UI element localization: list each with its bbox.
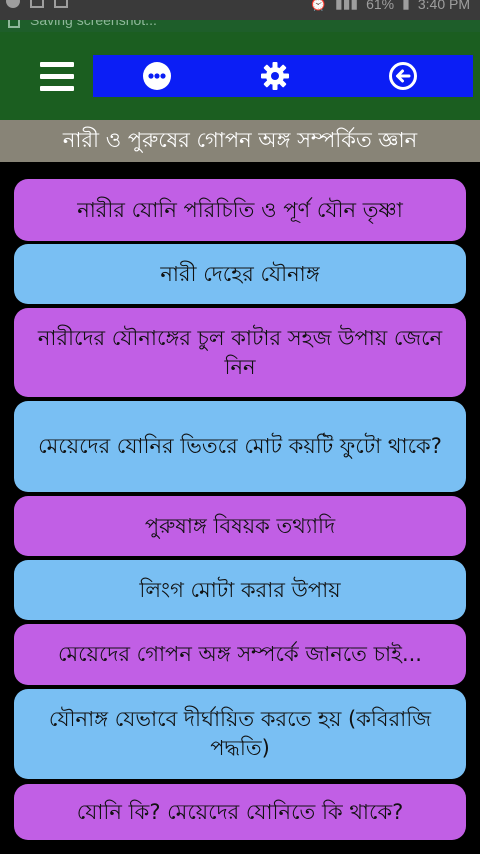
list-item-label: যোনি কি? মেয়েদের যোনিতে কি থাকে? <box>76 799 404 824</box>
menu-icon-bar <box>40 86 74 91</box>
alarm-icon: ⏰ <box>309 0 327 11</box>
status-bar: ⏰ ▮▮▮ 61% ▮ 3:40 PM <box>0 0 480 20</box>
more-icon <box>143 62 171 90</box>
clock: 3:40 PM <box>417 0 470 12</box>
list-item[interactable]: লিংগ মোটা করার উপায় <box>14 560 466 620</box>
list-item[interactable]: যোনি কি? মেয়েদের যোনিতে কি থাকে? <box>14 784 466 840</box>
app-toolbar <box>0 32 480 120</box>
notification-dot-icon <box>6 0 20 8</box>
battery-level: 61% <box>366 0 395 12</box>
settings-button[interactable] <box>259 60 291 92</box>
list-item-label: লিংগ মোটা করার উপায় <box>139 577 341 602</box>
notification-strip: Saving screenshot... <box>0 20 480 32</box>
list-item-label: নারীর যোনি পরিচিতি ও পূর্ণ যৌন তৃষ্ণা <box>77 197 403 222</box>
menu-button[interactable] <box>40 62 74 92</box>
list-item[interactable]: মেয়েদের যোনির ভিতরে মোট কয়টি ফুটো থাকে… <box>14 401 466 492</box>
list-item[interactable]: নারীর যোনি পরিচিতি ও পূর্ণ যৌন তৃষ্ণা <box>14 179 466 241</box>
battery-icon: ▮ <box>402 0 410 11</box>
list-item[interactable]: যৌনাঙ্গ যেভাবে দীর্ঘায়িত করতে হয় (কবির… <box>14 689 466 779</box>
list-item-label: যৌনাঙ্গ যেভাবে দীর্ঘায়িত করতে হয় (কবির… <box>48 707 432 760</box>
menu-icon <box>40 62 74 67</box>
list-item-label: মেয়েদের গোপন অঙ্গ সম্পর্কে জানতে চাই... <box>58 642 422 666</box>
more-button[interactable] <box>141 60 173 92</box>
list-item-label: মেয়েদের যোনির ভিতরে মোট কয়টি ফুটো থাকে… <box>38 434 442 458</box>
list-item[interactable]: নারীদের যৌনাঙ্গের চুল কাটার সহজ উপায় জে… <box>14 308 466 397</box>
list-item-label: পুরুষাঙ্গ বিষয়ক তথ্যাদি <box>144 513 336 538</box>
signal-icon: ▮▮▮ <box>334 0 359 11</box>
action-bar <box>93 55 473 97</box>
gallery-icon <box>30 0 44 8</box>
list-item[interactable]: নারী দেহের যৌনাঙ্গ <box>14 244 466 304</box>
list-item[interactable]: পুরুষাঙ্গ বিষয়ক তথ্যাদি <box>14 496 466 556</box>
back-button[interactable] <box>387 60 419 92</box>
list-item[interactable]: মেয়েদের গোপন অঙ্গ সম্পর্কে জানতে চাই... <box>14 624 466 685</box>
screenshot-icon <box>54 0 68 8</box>
screenshot-notification-icon <box>8 20 20 28</box>
list-item-label: নারীদের যৌনাঙ্গের চুল কাটার সহজ উপায় জে… <box>37 325 443 379</box>
list-item-label: নারী দেহের যৌনাঙ্গ <box>160 261 320 286</box>
page-subtitle: নারী ও পুরুষের গোপন অঙ্গ সম্পর্কিত জ্ঞান <box>0 120 480 162</box>
back-icon <box>389 62 417 90</box>
notification-text: Saving screenshot... <box>30 20 157 28</box>
topic-list: নারীর যোনি পরিচিতি ও পূর্ণ যৌন তৃষ্ণা না… <box>0 162 480 854</box>
gear-icon <box>261 62 289 90</box>
menu-icon-bar <box>40 74 74 79</box>
